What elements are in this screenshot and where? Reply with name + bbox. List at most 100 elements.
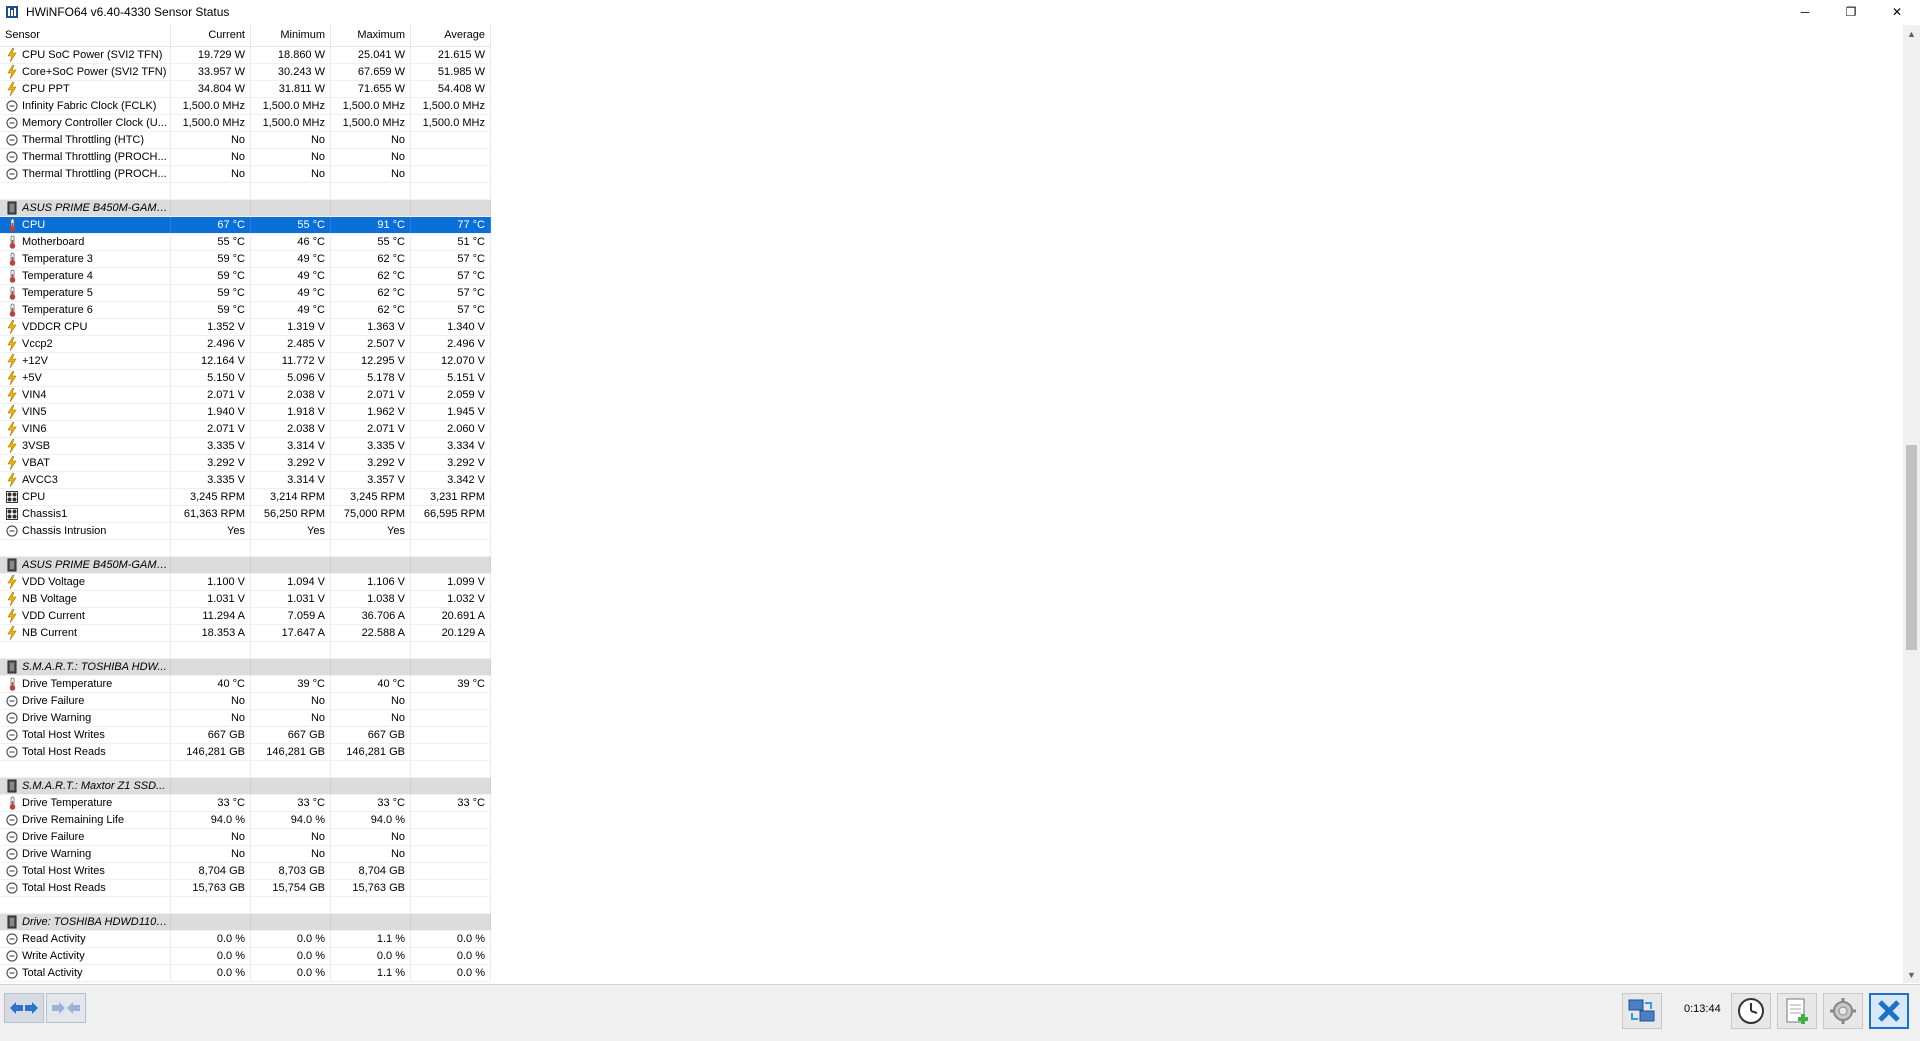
average-value: 1,500.0 MHz (411, 115, 491, 131)
minimum-value: 2.038 V (251, 387, 331, 403)
sensor-row-total-host-writes[interactable]: Total Host Writes 667 GB 667 GB 667 GB (0, 727, 491, 744)
current-value (171, 897, 251, 913)
scrollbar-thumb[interactable] (1906, 445, 1917, 650)
add-report-button[interactable] (1777, 993, 1817, 1029)
minimum-value: 1,500.0 MHz (251, 115, 331, 131)
sensor-row-read-activity[interactable]: Read Activity 0.0 % 0.0 % 1.1 % 0.0 % (0, 931, 491, 948)
minimize-button[interactable]: ─ (1782, 0, 1828, 24)
sensor-label: ASUS PRIME B450M-GAMIN... (22, 559, 168, 571)
sensor-row-vdd-current[interactable]: VDD Current 11.294 A 7.059 A 36.706 A 20.691… (0, 608, 491, 625)
sensor-label: VIN4 (22, 389, 47, 401)
sensor-group-row[interactable]: ASUS PRIME B450M-GAMIN... (0, 200, 491, 217)
column-header-minimum[interactable]: Minimum (251, 25, 331, 46)
sensor-row-chassis1[interactable]: Chassis1 61,363 RPM 56,250 RPM 75,000 RPM 66… (0, 506, 491, 523)
average-value (411, 523, 491, 539)
scroll-up-arrow-icon[interactable]: ▲ (1903, 25, 1920, 42)
sensor-row-temperature-5[interactable]: Temperature 5 59 °C 49 °C 62 °C 57 °C (0, 285, 491, 302)
sensor-row-core-soc-power-svi2-tfn[interactable]: Core+SoC Power (SVI2 TFN) 33.957 W 30.243 … (0, 64, 491, 81)
sensor-row-vddcr-cpu[interactable]: VDDCR CPU 1.352 V 1.319 V 1.363 V 1.340 V (0, 319, 491, 336)
sensor-row-drive-failure[interactable]: Drive Failure No No No (0, 829, 491, 846)
sensor-row-motherboard[interactable]: Motherboard 55 °C 46 °C 55 °C 51 °C (0, 234, 491, 251)
sensor-row-thermal-throttling-htc[interactable]: Thermal Throttling (HTC) No No No (0, 132, 491, 149)
network-button[interactable] (1622, 993, 1662, 1029)
sensor-row-chassis-intrusion[interactable]: Chassis Intrusion Yes Yes Yes (0, 523, 491, 540)
sensor-row-vin5[interactable]: VIN5 1.940 V 1.918 V 1.962 V 1.945 V (0, 404, 491, 421)
current-value: 12.164 V (171, 353, 251, 369)
sensor-row-total-host-writes[interactable]: Total Host Writes 8,704 GB 8,703 GB 8,704 G… (0, 863, 491, 880)
sensor-label: S.M.A.R.T.: Maxtor Z1 SSD... (22, 780, 166, 792)
bottom-toolbar: 0:13:44 (0, 984, 1920, 1041)
nav-back-forward-button[interactable] (4, 993, 44, 1023)
sensor-row-temperature-3[interactable]: Temperature 3 59 °C 49 °C 62 °C 57 °C (0, 251, 491, 268)
sensor-row-5v[interactable]: +5V 5.150 V 5.096 V 5.178 V 5.151 V (0, 370, 491, 387)
maximum-value: 8,704 GB (331, 863, 411, 879)
sensor-row-temperature-4[interactable]: Temperature 4 59 °C 49 °C 62 °C 57 °C (0, 268, 491, 285)
current-value: 34.804 W (171, 81, 251, 97)
column-header-sensor[interactable]: Sensor (0, 25, 171, 46)
sensor-row-cpu[interactable]: CPU 67 °C 55 °C 91 °C 77 °C (0, 217, 491, 234)
sensor-row-write-activity[interactable]: Write Activity 0.0 % 0.0 % 0.0 % 0.0 % (0, 948, 491, 965)
close-window-button[interactable]: ✕ (1874, 0, 1920, 24)
sensor-label: 3VSB (22, 440, 51, 452)
sensor-row-3vsb[interactable]: 3VSB 3.335 V 3.314 V 3.335 V 3.334 V (0, 438, 491, 455)
sensor-row-total-host-reads[interactable]: Total Host Reads 146,281 GB 146,281 GB 146,… (0, 744, 491, 761)
sensor-label: +5V (22, 372, 42, 384)
sensor-row-vbat[interactable]: VBAT 3.292 V 3.292 V 3.292 V 3.292 V (0, 455, 491, 472)
sensor-row-total-host-reads[interactable]: Total Host Reads 15,763 GB 15,754 GB 15,763… (0, 880, 491, 897)
sensor-row-cpu-soc-power-svi2-tfn[interactable]: CPU SoC Power (SVI2 TFN) 19.729 W 18.860 W… (0, 47, 491, 64)
thermometer-icon (6, 796, 18, 810)
sensor-row-nb-voltage[interactable]: NB Voltage 1.031 V 1.031 V 1.038 V 1.032 V (0, 591, 491, 608)
sensor-row-infinity-fabric-clock-fclk[interactable]: Infinity Fabric Clock (FCLK) 1,500.0 MHz 1… (0, 98, 491, 115)
nav-disabled-button[interactable] (46, 993, 86, 1023)
hwinfo-app-icon (4, 4, 20, 20)
sensor-row-drive-remaining-life[interactable]: Drive Remaining Life 94.0 % 94.0 % 94.0 % (0, 812, 491, 829)
vertical-scrollbar[interactable]: ▲ ▼ (1903, 25, 1920, 983)
column-header-average[interactable]: Average (411, 25, 491, 46)
sensor-row-vin6[interactable]: VIN6 2.071 V 2.038 V 2.071 V 2.060 V (0, 421, 491, 438)
current-value: 667 GB (171, 727, 251, 743)
sensor-row-thermal-throttling-proch[interactable]: Thermal Throttling (PROCH... No No No (0, 166, 491, 183)
sensor-row-12v[interactable]: +12V 12.164 V 11.772 V 12.295 V 12.070 V (0, 353, 491, 370)
current-value: 33.957 W (171, 64, 251, 80)
sensor-row-drive-failure[interactable]: Drive Failure No No No (0, 693, 491, 710)
lightning-icon (6, 320, 18, 334)
sensor-group-row[interactable]: S.M.A.R.T.: TOSHIBA HDW... (0, 659, 491, 676)
sensor-row-cpu-ppt[interactable]: CPU PPT 34.804 W 31.811 W 71.655 W 54.408 W (0, 81, 491, 98)
circle-icon (6, 99, 18, 113)
maximum-value: 3.292 V (331, 455, 411, 471)
maximum-value (331, 778, 411, 794)
sensor-row-thermal-throttling-proch[interactable]: Thermal Throttling (PROCH... No No No (0, 149, 491, 166)
maximum-value: 1.363 V (331, 319, 411, 335)
sensor-row-nb-current[interactable]: NB Current 18.353 A 17.647 A 22.588 A 20.129… (0, 625, 491, 642)
sensor-group-row[interactable]: S.M.A.R.T.: Maxtor Z1 SSD... (0, 778, 491, 795)
sensor-row-vccp2[interactable]: Vccp2 2.496 V 2.485 V 2.507 V 2.496 V (0, 336, 491, 353)
clock-button[interactable] (1731, 993, 1771, 1029)
sensor-row-total-activity[interactable]: Total Activity 0.0 % 0.0 % 1.1 % 0.0 % (0, 965, 491, 982)
sensor-row-avcc3[interactable]: AVCC3 3.335 V 3.314 V 3.357 V 3.342 V (0, 472, 491, 489)
sensor-row-drive-warning[interactable]: Drive Warning No No No (0, 846, 491, 863)
current-value (171, 914, 251, 930)
sensor-row-drive-temperature[interactable]: Drive Temperature 33 °C 33 °C 33 °C 33 °C (0, 795, 491, 812)
scroll-down-arrow-icon[interactable]: ▼ (1903, 966, 1920, 983)
column-header-current[interactable]: Current (171, 25, 251, 46)
circle-icon (6, 167, 18, 181)
sensor-group-row[interactable]: Drive: TOSHIBA HDWD110 ... (0, 914, 491, 931)
sensor-row-drive-warning[interactable]: Drive Warning No No No (0, 710, 491, 727)
average-value: 12.070 V (411, 353, 491, 369)
sensor-group-row[interactable]: ASUS PRIME B450M-GAMIN... (0, 557, 491, 574)
sensor-label: Drive Warning (22, 712, 92, 724)
minimum-value: 94.0 % (251, 812, 331, 828)
column-header-maximum[interactable]: Maximum (331, 25, 411, 46)
settings-button[interactable] (1823, 993, 1863, 1029)
sensor-row-vdd-voltage[interactable]: VDD Voltage 1.100 V 1.094 V 1.106 V 1.099 V (0, 574, 491, 591)
sensor-row-drive-temperature[interactable]: Drive Temperature 40 °C 39 °C 40 °C 39 °C (0, 676, 491, 693)
sensor-row-vin4[interactable]: VIN4 2.071 V 2.038 V 2.071 V 2.059 V (0, 387, 491, 404)
restore-button[interactable]: ❐ (1828, 0, 1874, 24)
average-value (411, 183, 491, 199)
close-sensors-button[interactable] (1869, 993, 1909, 1029)
sensor-row-cpu[interactable]: CPU 3,245 RPM 3,214 RPM 3,245 RPM 3,231 RPM (0, 489, 491, 506)
sensor-label: VDD Current (22, 610, 85, 622)
sensor-row-memory-controller-clock-u[interactable]: Memory Controller Clock (U... 1,500.0 MHz… (0, 115, 491, 132)
sensor-row-temperature-6[interactable]: Temperature 6 59 °C 49 °C 62 °C 57 °C (0, 302, 491, 319)
sensor-name-cell: NB Current (0, 625, 171, 641)
